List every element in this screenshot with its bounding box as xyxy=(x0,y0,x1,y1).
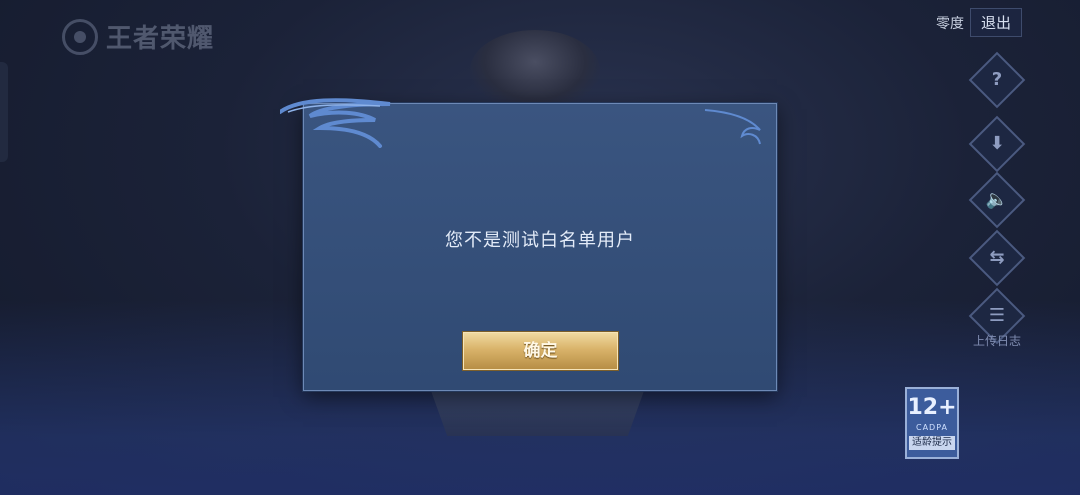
alert-dialog: 您不是测试白名单用户 确定 xyxy=(280,98,777,391)
logout-button[interactable]: 退出 xyxy=(969,8,1022,37)
age-rating-badge: 12+ CADPA 适龄提示 xyxy=(905,387,959,459)
side-tab[interactable] xyxy=(0,62,8,162)
upload-log-label[interactable]: 上传日志 xyxy=(970,332,1024,349)
logo-text: 王者荣耀 xyxy=(106,24,215,54)
age-rating-org: CADPA xyxy=(915,423,948,432)
account-bar: 零度 退出 xyxy=(936,8,1022,37)
game-logo: 王者荣耀 xyxy=(62,18,214,55)
dialog-corner-decoration xyxy=(704,109,761,145)
age-rating-number: 12+ xyxy=(907,395,957,420)
logo-emblem-icon xyxy=(62,18,98,55)
background-pedestal xyxy=(430,388,645,436)
dialog-swirl-decoration xyxy=(280,98,391,148)
download-icon[interactable]: ⬇ xyxy=(968,115,1026,173)
help-icon[interactable]: ? xyxy=(968,51,1026,109)
background-hero-figure xyxy=(470,30,600,110)
confirm-button[interactable]: 确定 xyxy=(463,332,618,370)
account-name: 零度 xyxy=(935,15,964,32)
age-rating-tip: 适龄提示 xyxy=(909,436,955,450)
sound-icon[interactable]: 🔈 xyxy=(968,171,1026,229)
account-switch-icon[interactable]: ⇆ xyxy=(968,229,1026,287)
dialog-message: 您不是测试白名单用户 xyxy=(445,230,635,251)
